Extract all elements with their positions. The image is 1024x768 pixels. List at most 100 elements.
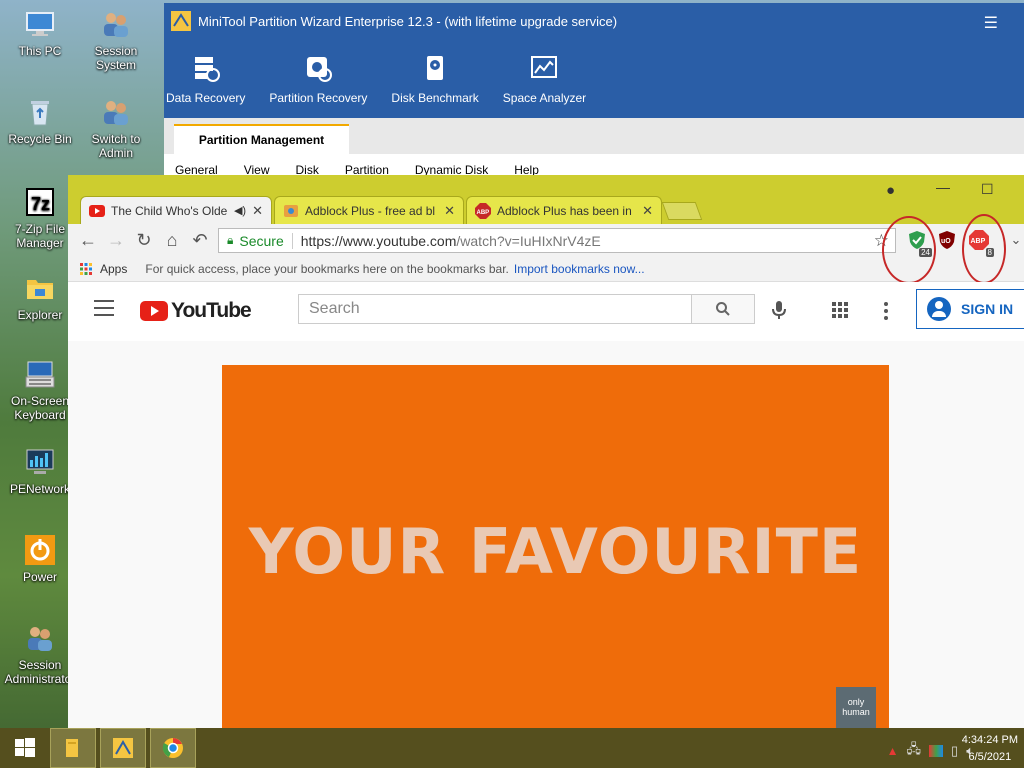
network-monitor-icon xyxy=(26,449,54,474)
users-icon xyxy=(104,13,128,37)
chrome-icon xyxy=(162,738,183,758)
computer-icon xyxy=(26,12,54,36)
sign-in-label: SIGN IN xyxy=(961,301,1014,317)
speaker-icon[interactable]: ◀) xyxy=(234,204,246,217)
power-icon xyxy=(25,535,55,565)
disk-benchmark-button[interactable]: Disk Benchmark xyxy=(391,39,479,105)
clock-time: 4:34:24 PM xyxy=(961,734,1018,746)
address-bar[interactable]: 🔒︎ Secure https://www.youtube.com/watch?… xyxy=(218,228,896,253)
video-headline: YOUR FAVOURITE xyxy=(248,515,863,588)
close-tab-icon[interactable]: ✕ xyxy=(642,203,653,219)
desktop-icon-session-system[interactable]: Session System xyxy=(78,8,154,72)
svg-text:7z: 7z xyxy=(31,194,50,214)
desktop-icon-penetwork[interactable]: PENetwork xyxy=(2,446,78,496)
minitool-title: MiniTool Partition Wizard Enterprise 12.… xyxy=(198,13,618,29)
security-label: Secure xyxy=(239,232,293,249)
minitool-header: MiniTool Partition Wizard Enterprise 12.… xyxy=(164,3,1024,118)
url-path: /watch?v=IuHIxNrV4zE xyxy=(456,232,601,249)
minitool-tab-strip: Partition Management xyxy=(164,118,1024,154)
youtube-logo-text: YouTube xyxy=(171,299,252,322)
close-tab-icon[interactable]: ✕ xyxy=(252,203,263,219)
hamburger-menu-icon[interactable] xyxy=(94,300,114,316)
desktop-icon-this-pc[interactable]: This PC xyxy=(2,8,78,58)
back-icon[interactable]: ← xyxy=(74,228,102,252)
users-icon xyxy=(104,101,128,125)
apps-link[interactable]: Apps xyxy=(100,262,127,276)
lock-icon: 🔒︎ xyxy=(227,233,234,247)
search-input[interactable]: Search xyxy=(298,294,692,324)
recycle-bin-icon xyxy=(31,101,49,126)
folder-icon xyxy=(27,280,53,299)
partition-recovery-icon xyxy=(307,57,333,82)
youtube-favicon-icon xyxy=(89,204,105,217)
data-recovery-button[interactable]: Data Recovery xyxy=(166,39,245,105)
highlight-circle xyxy=(962,214,1006,284)
more-options-icon[interactable] xyxy=(884,302,888,320)
browser-tab-youtube[interactable]: The Child Who's Olde ◀) ✕ xyxy=(80,196,272,224)
hamburger-menu-icon[interactable]: ☰ xyxy=(984,13,998,33)
desktop-icon-recycle-bin[interactable]: Recycle Bin xyxy=(2,96,78,146)
browser-tab-adblock-installed[interactable]: ABP Adblock Plus has been in ✕ xyxy=(466,196,662,224)
import-bookmarks-link[interactable]: Import bookmarks now... xyxy=(514,262,645,276)
browser-tab-adblock-plus[interactable]: Adblock Plus - free ad bl ✕ xyxy=(274,196,464,224)
forward-icon[interactable]: → xyxy=(102,228,130,252)
taskbar-minitool[interactable] xyxy=(100,728,146,768)
taskbar: ▲ 🖧︎ ▯ 🔈︎ 4:34:24 PM 6/5/2021 xyxy=(0,728,1024,768)
network-icon[interactable]: 🖧︎ xyxy=(907,740,922,762)
ublock-extension-icon[interactable]: uO xyxy=(936,229,958,251)
space-analyzer-button[interactable]: Space Analyzer xyxy=(503,39,586,105)
video-player[interactable]: YOUR FAVOURITE only human xyxy=(222,365,889,728)
taskbar-chrome[interactable] xyxy=(150,728,196,768)
microphone-icon[interactable] xyxy=(772,300,786,320)
maximize-window-icon[interactable]: ☐ xyxy=(981,181,994,198)
clock[interactable]: 4:34:24 PM 6/5/2021 xyxy=(962,732,1018,766)
new-tab-button[interactable] xyxy=(661,202,703,220)
url-host: https://www.youtube.com xyxy=(300,232,457,249)
apps-grid-icon[interactable] xyxy=(832,302,848,318)
bookmarks-hint: For quick access, place your bookmarks h… xyxy=(145,261,509,276)
search-icon xyxy=(716,302,730,316)
svg-text:uO: uO xyxy=(941,238,951,245)
minitool-window: MiniTool Partition Wizard Enterprise 12.… xyxy=(164,3,1024,183)
home-icon[interactable]: ⌂ xyxy=(158,228,186,252)
clock-date: 6/5/2021 xyxy=(968,751,1012,763)
removable-drive-icon[interactable]: ▯ xyxy=(951,743,958,759)
undo-icon[interactable]: ↶ xyxy=(186,228,214,252)
tab-title: Adblock Plus has been in xyxy=(497,203,632,218)
tab-partition-management[interactable]: Partition Management xyxy=(174,124,349,154)
search-button[interactable] xyxy=(691,294,755,324)
partition-recovery-button[interactable]: Partition Recovery xyxy=(269,39,367,105)
desktop-icon-on-screen-keyboard[interactable]: On-Screen Keyboard xyxy=(2,358,78,422)
network-activity-icon[interactable]: ▲ xyxy=(887,744,899,758)
desktop-icon-power[interactable]: Power xyxy=(2,534,78,584)
apps-grid-icon[interactable] xyxy=(80,262,92,275)
reload-icon[interactable]: ↻ xyxy=(130,228,158,252)
taskbar-file-explorer[interactable] xyxy=(50,728,96,768)
space-analyzer-label: Space Analyzer xyxy=(502,91,587,105)
folder-icon xyxy=(66,739,78,757)
desktop-icon-7zip[interactable]: 7z 7-Zip File Manager xyxy=(2,186,78,250)
minitool-titlebar[interactable]: MiniTool Partition Wizard Enterprise 12.… xyxy=(164,3,1024,39)
minimize-window-icon[interactable]: — xyxy=(936,179,950,195)
seven-zip-icon: 7z xyxy=(26,188,54,216)
windows-logo-icon xyxy=(15,738,35,757)
desktop-icon-label: Recycle Bin xyxy=(8,132,72,146)
youtube-header: YouTube Search SIGN IN xyxy=(68,282,1024,338)
profile-icon[interactable]: ● xyxy=(886,182,895,199)
users-icon xyxy=(28,627,52,651)
desktop-icon-explorer[interactable]: Explorer xyxy=(2,272,78,322)
desktop-icon-label: PENetwork xyxy=(9,482,71,496)
svg-text:ABP: ABP xyxy=(477,210,490,216)
youtube-logo[interactable]: YouTube xyxy=(140,299,252,323)
start-button[interactable] xyxy=(2,728,48,768)
minitool-logo-icon xyxy=(171,11,191,31)
space-analyzer-icon xyxy=(531,56,558,78)
chrome-window: The Child Who's Olde ◀) ✕ Adblock Plus -… xyxy=(68,175,1024,728)
sign-in-button[interactable]: SIGN IN xyxy=(916,289,1024,329)
chrome-tab-strip: The Child Who's Olde ◀) ✕ Adblock Plus -… xyxy=(68,175,1024,224)
keyboard-icon xyxy=(25,361,55,388)
display-icon[interactable] xyxy=(929,745,944,757)
chrome-toolbar: ← → ↻ ⌂ ↶ 🔒︎ Secure https://www.youtube.… xyxy=(68,214,1024,284)
desktop-icon-switch-to-admin[interactable]: Switch to Admin xyxy=(78,96,154,160)
close-tab-icon[interactable]: ✕ xyxy=(444,203,455,219)
